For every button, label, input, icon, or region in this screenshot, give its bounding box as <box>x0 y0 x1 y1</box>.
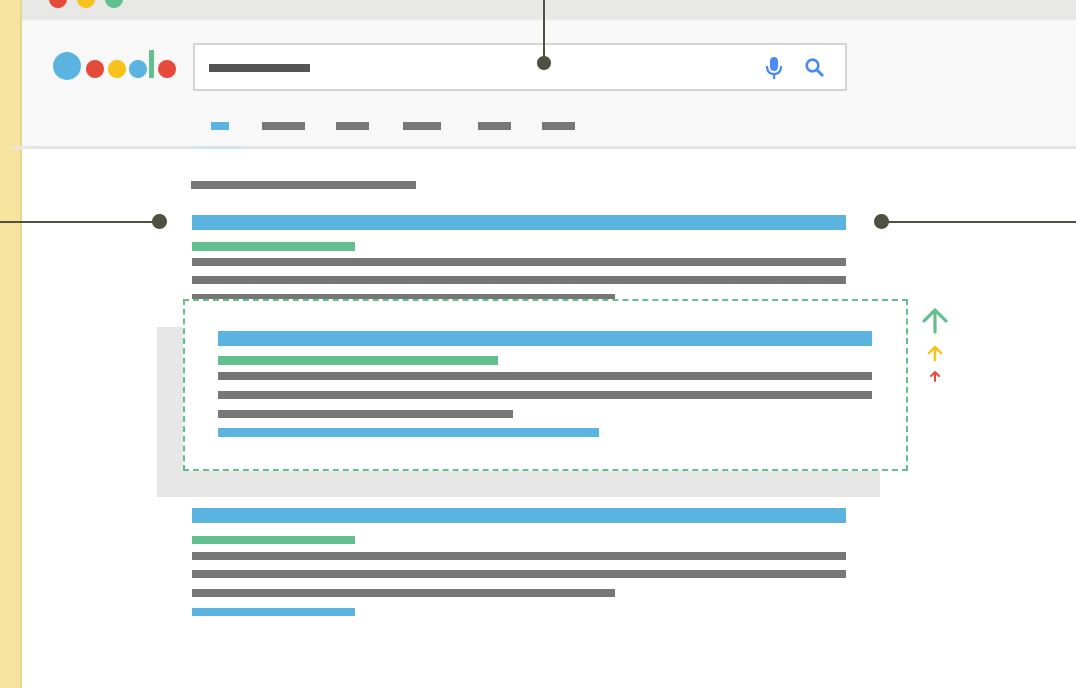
search-query-placeholder <box>209 64 310 72</box>
tab-active-underline <box>194 146 244 149</box>
connector-line-left <box>0 221 160 223</box>
connector-node-right <box>874 214 889 229</box>
logo-dot-red-end <box>158 60 176 78</box>
search-engine-logo <box>52 50 182 82</box>
result-title-link[interactable] <box>192 508 846 523</box>
result-snippet-line <box>192 276 846 284</box>
tab-all[interactable] <box>211 122 229 130</box>
rank-up-small-icon <box>930 371 940 382</box>
microphone-icon[interactable] <box>764 55 784 81</box>
connector-node-left <box>152 214 167 229</box>
result-url <box>218 356 498 365</box>
tab-2[interactable] <box>262 122 305 130</box>
result-url <box>192 242 355 251</box>
logo-dot-blue-small <box>129 60 147 78</box>
result-snippet-line <box>192 258 846 266</box>
result-title-link[interactable] <box>218 331 872 346</box>
logo-dot-red <box>86 60 104 78</box>
result-title-link[interactable] <box>192 215 846 230</box>
result-snippet-line <box>218 372 872 380</box>
result-snippet-line <box>192 589 615 597</box>
window-chrome-bar <box>22 0 1076 20</box>
tab-3[interactable] <box>336 122 369 130</box>
connector-line-right <box>882 221 1076 223</box>
result-url <box>192 536 355 544</box>
logo-dot-blue-large <box>53 52 81 80</box>
result-snippet-line <box>192 570 846 578</box>
rank-up-medium-icon <box>927 345 943 362</box>
result-sitelink[interactable] <box>218 428 599 437</box>
tab-4[interactable] <box>403 122 441 130</box>
logo-bar-green <box>149 50 154 78</box>
result-snippet-line <box>218 410 513 418</box>
header-divider <box>12 146 1076 149</box>
result-snippet-line <box>218 391 872 399</box>
tab-6[interactable] <box>542 122 575 130</box>
connector-line-top <box>543 0 545 62</box>
result-sitelink[interactable] <box>192 608 355 616</box>
results-count-placeholder <box>191 181 416 189</box>
tab-5[interactable] <box>478 122 511 130</box>
result-snippet-line <box>192 552 846 560</box>
rank-up-large-icon <box>922 308 948 334</box>
search-icon[interactable] <box>804 57 826 79</box>
connector-node-top <box>537 56 551 70</box>
left-edge-strip <box>0 0 20 688</box>
promoted-result-card[interactable] <box>183 299 908 471</box>
logo-dot-yellow <box>108 60 126 78</box>
